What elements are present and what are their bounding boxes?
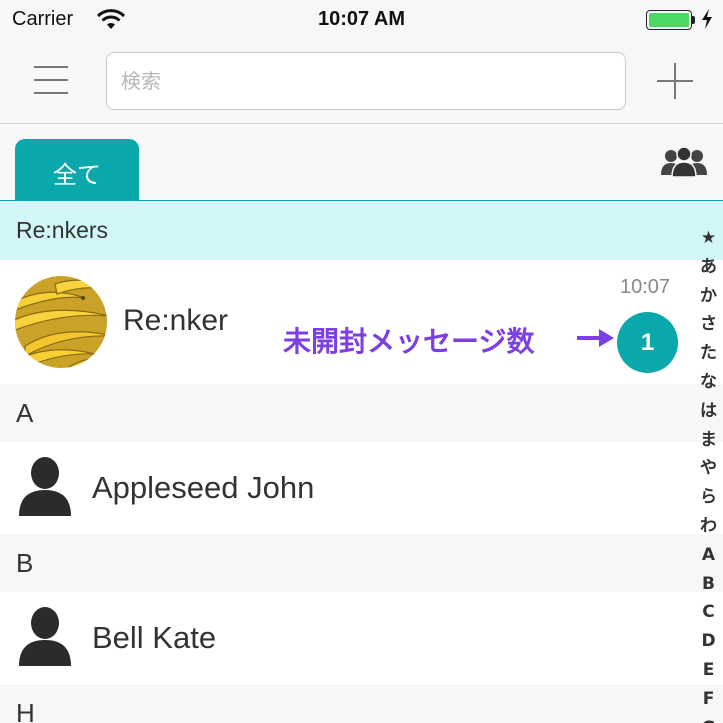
- group-avatar: [15, 276, 107, 368]
- index-entry[interactable]: た: [694, 339, 723, 368]
- battery-tip: [692, 16, 695, 24]
- clock: 10:07 AM: [317, 8, 406, 30]
- section-letter: B: [16, 548, 34, 578]
- charging-bolt-icon: [702, 9, 712, 29]
- index-entry[interactable]: ま: [694, 426, 723, 455]
- unread-badge: 1: [617, 312, 678, 373]
- last-message-time: 10:07: [620, 276, 671, 298]
- section-header-a: A: [0, 384, 723, 442]
- index-entry[interactable]: ★: [694, 224, 723, 253]
- contact-row[interactable]: Bell Kate: [0, 592, 723, 684]
- contact-name: Appleseed John: [92, 470, 315, 505]
- section-index-bar[interactable]: ★あかさたなはまやらわABCDEFG: [694, 224, 723, 723]
- person-icon: [19, 457, 71, 516]
- index-entry[interactable]: わ: [694, 512, 723, 541]
- plus-icon[interactable]: [654, 60, 696, 102]
- index-entry[interactable]: は: [694, 397, 723, 426]
- battery-icon: [646, 10, 692, 30]
- status-bar: Carrier 10:07 AM: [0, 0, 723, 40]
- group-people-icon[interactable]: [660, 145, 708, 179]
- group-chat-row[interactable]: Re:nker 10:07 未開封メッセージ数 1: [0, 260, 723, 384]
- section-header-b: B: [0, 534, 723, 592]
- nav-bar: [0, 40, 723, 124]
- index-entry[interactable]: な: [694, 368, 723, 397]
- section-header-h: H: [0, 684, 723, 723]
- index-entry[interactable]: A: [694, 541, 723, 570]
- person-icon: [19, 607, 71, 666]
- contact-name: Bell Kate: [92, 620, 217, 655]
- index-entry[interactable]: G: [694, 714, 723, 723]
- index-entry[interactable]: あ: [694, 253, 723, 282]
- tab-strip: 全て: [0, 125, 723, 201]
- index-entry[interactable]: や: [694, 454, 723, 483]
- section-title: Re:nkers: [16, 217, 109, 243]
- battery-level: [649, 13, 689, 27]
- index-entry[interactable]: か: [694, 282, 723, 311]
- index-entry[interactable]: ら: [694, 483, 723, 512]
- index-entry[interactable]: C: [694, 598, 723, 627]
- search-input[interactable]: [106, 52, 626, 110]
- section-letter: A: [16, 398, 34, 428]
- contact-row[interactable]: Appleseed John: [0, 442, 723, 534]
- index-entry[interactable]: さ: [694, 310, 723, 339]
- index-entry[interactable]: D: [694, 627, 723, 656]
- section-header-group: Re:nkers: [0, 201, 723, 260]
- index-entry[interactable]: F: [694, 685, 723, 714]
- annotation-arrow-icon: [577, 329, 614, 347]
- tab-all[interactable]: 全て: [15, 139, 139, 201]
- hamburger-menu-icon[interactable]: [32, 62, 72, 98]
- unread-count-annotation: 未開封メッセージ数: [283, 325, 535, 358]
- section-letter: H: [16, 698, 35, 723]
- index-entry[interactable]: B: [694, 570, 723, 599]
- index-entry[interactable]: E: [694, 656, 723, 685]
- group-name: Re:nker: [123, 304, 229, 337]
